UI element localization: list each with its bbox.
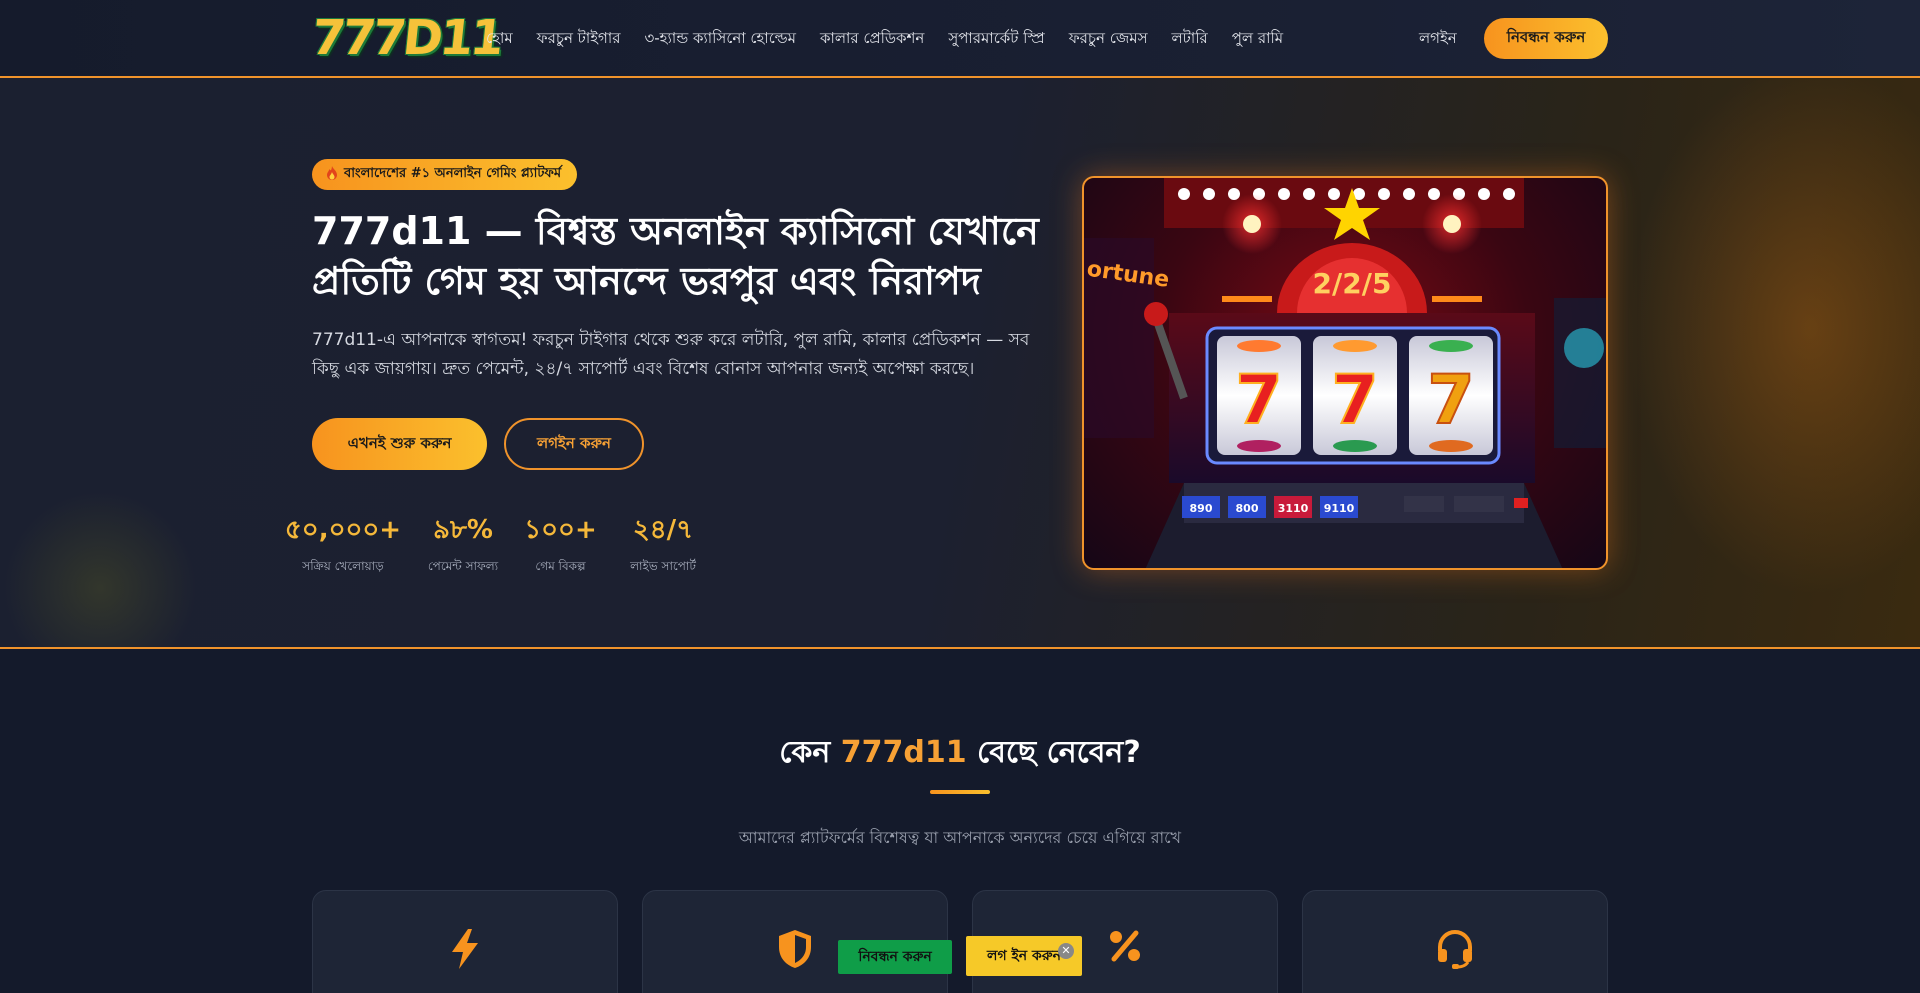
stat-value: ৯৮%	[433, 515, 493, 545]
slot-machine-illustration: ortune 2/2/5 7 7 7 890 800 3110 9110	[1084, 178, 1606, 568]
stat-payment-success: ৯৮% পেমেন্ট সাফল্য	[418, 514, 508, 578]
hero-login-button[interactable]: লগইন করুন	[504, 418, 644, 470]
hero-title: 777d11 — বিশ্বস্ত অনলাইন ক্যাসিনো যেখানে…	[312, 206, 1072, 306]
feature-card-speed	[312, 890, 618, 993]
stat-label: পেমেন্ট সাফল্য	[427, 559, 499, 573]
main-nav: হোম ফরচুন টাইগার ৩-হ্যান্ড ক্যাসিনো হোল্…	[486, 27, 1283, 52]
stat-label: গেম বিকল্প	[535, 559, 586, 573]
hero-stats: ৫০,০০০+ সক্রিয় খেলোয়াড় ৯৮% পেমেন্ট সা…	[285, 514, 731, 578]
hero-badge-text: বাংলাদেশের #১ অনলাইন গেমিং প্ল্যাটফর্ম	[344, 166, 562, 181]
site-header: 777D11 হোম ফরচুন টাইগার ৩-হ্যান্ড ক্যাসি…	[0, 0, 1920, 78]
bolt-icon	[450, 929, 480, 973]
stat-active-players: ৫০,০০০+ সক্রিয় খেলোয়াড়	[284, 514, 402, 578]
close-icon[interactable]: ✕	[1058, 943, 1074, 959]
hero-badge: বাংলাদেশের #১ অনলাইন গেমিং প্ল্যাটফর্ম	[312, 159, 578, 190]
svg-text:9110: 9110	[1324, 502, 1355, 515]
nav-item-supermarket-spree[interactable]: সুপারমার্কেট স্প্রি	[948, 27, 1044, 52]
nav-item-fortune-gems[interactable]: ফরচুন জেমস	[1069, 27, 1148, 52]
nav-item-lottery[interactable]: লটারি	[1172, 27, 1208, 52]
site-logo[interactable]: 777D11	[309, 10, 504, 66]
headset-icon	[1435, 929, 1475, 973]
slot-machine-image: ortune 2/2/5 7 7 7 890 800 3110 9110	[1082, 176, 1608, 570]
shield-icon	[777, 929, 813, 973]
hero-section: বাংলাদেশের #১ অনলাইন গেমিং প্ল্যাটফর্ম 7…	[0, 78, 1920, 649]
reel-symbol-3: 7	[1427, 361, 1474, 440]
header-login-link[interactable]: লগইন	[1419, 27, 1457, 52]
svg-text:2/2/5: 2/2/5	[1313, 267, 1392, 300]
hero-title-line-1: 777d11 — বিশ্বস্ত অনলাইন ক্যাসিনো যেখানে	[312, 209, 1039, 253]
reel-symbol-2: 7	[1331, 361, 1378, 440]
percent-icon	[1108, 929, 1142, 967]
header-register-button[interactable]: নিবন্ধন করুন	[1484, 18, 1608, 59]
stat-value: ১০০+	[524, 515, 597, 545]
stat-label: লাইভ সাপোর্ট	[630, 559, 696, 573]
nav-item-pool-rummy[interactable]: পুল রামি	[1232, 27, 1283, 52]
stat-value: ২৪/৭	[632, 515, 694, 545]
why-title-prefix: কেন	[779, 735, 841, 770]
hero-title-line-2: প্রতিটি গেম হয় আনন্দে ভরপুর এবং নিরাপদ	[312, 259, 981, 303]
feature-card-support	[1302, 890, 1608, 993]
nav-item-color-prediction[interactable]: কালার প্রেডিকশন	[820, 27, 924, 52]
why-title-suffix: বেছে নেবেন?	[966, 735, 1141, 770]
title-underline	[930, 790, 990, 794]
start-now-button[interactable]: এখনই শুরু করুন	[312, 418, 487, 470]
hero-description: 777d11-এ আপনাকে স্বাগতম! ফরচুন টাইগার থে…	[312, 330, 1030, 379]
nav-item-home[interactable]: হোম	[486, 27, 513, 52]
svg-text:3110: 3110	[1278, 502, 1309, 515]
fire-icon	[326, 165, 338, 184]
stat-label: সক্রিয় খেলোয়াড়	[302, 559, 384, 573]
svg-text:800: 800	[1236, 502, 1259, 515]
floating-register-button[interactable]: নিবন্ধন করুন	[838, 940, 952, 974]
nav-item-holdem[interactable]: ৩-হ্যান্ড ক্যাসিনো হোল্ডেম	[644, 27, 796, 52]
stat-live-support: ২৪/৭ লাইভ সাপোর্ট	[623, 514, 703, 578]
reel-symbol-1: 7	[1235, 361, 1282, 440]
why-choose-title: কেন 777d11 বেছে নেবেন?	[0, 728, 1920, 779]
nav-item-fortune-tiger[interactable]: ফরচুন টাইগার	[537, 27, 621, 52]
why-title-brand: 777d11	[840, 735, 967, 770]
stat-value: ৫০,০০০+	[284, 515, 402, 545]
why-choose-subtitle: আমাদের প্ল্যাটফর্মের বিশেষত্ব যা আপনাকে …	[738, 828, 1182, 847]
stat-game-options: ১০০+ গেম বিকল্প	[523, 514, 598, 578]
svg-text:890: 890	[1190, 502, 1213, 515]
